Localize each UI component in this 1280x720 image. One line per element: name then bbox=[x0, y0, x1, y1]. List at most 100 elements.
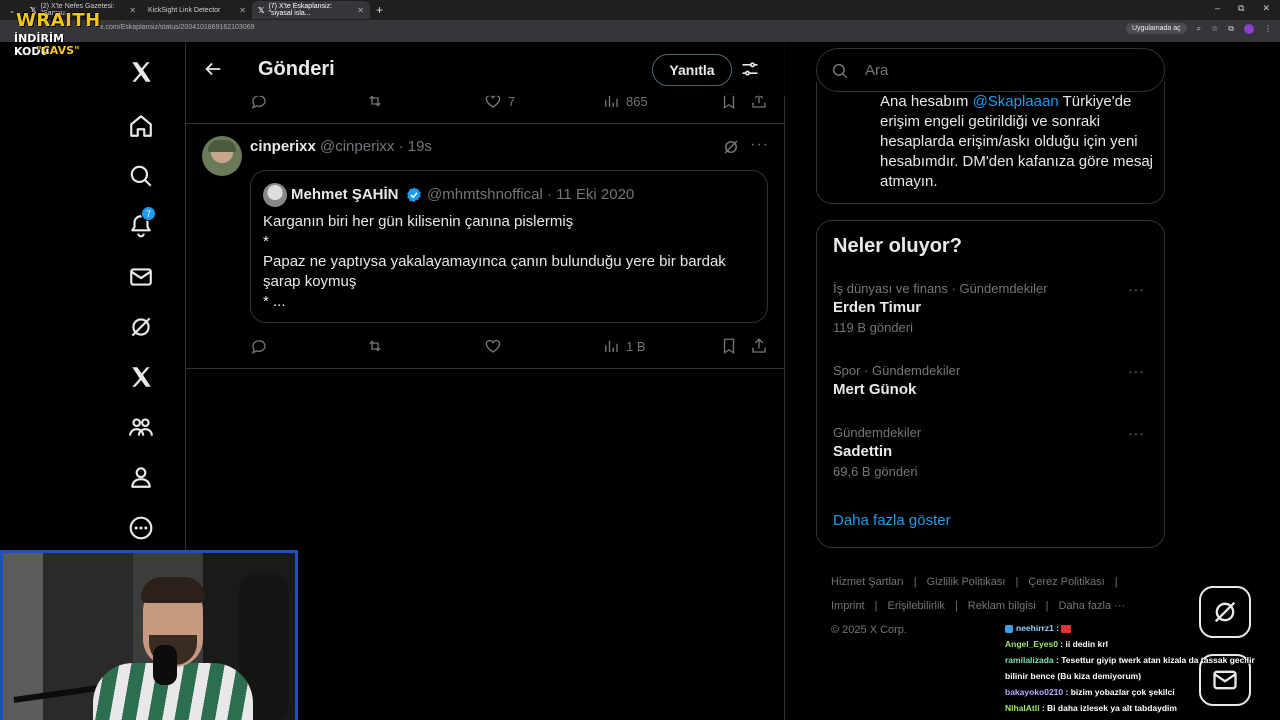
more-options-icon[interactable]: ··· bbox=[750, 136, 769, 154]
profile-bio-card: Ana hesabım @Skaplaaan Türkiye'de erişim… bbox=[816, 82, 1165, 204]
browser-tab-bar: ⌄ 𝕏 (2) X'te Nefes Gazetesi: "Samsu... ✕… bbox=[0, 0, 1280, 20]
grok-icon[interactable] bbox=[722, 138, 740, 156]
footer-separator: | bbox=[954, 600, 958, 612]
tab-close-icon[interactable]: ✕ bbox=[239, 6, 246, 15]
share-icon[interactable] bbox=[750, 337, 768, 355]
footer-link-ads-info[interactable]: Reklam bilgisi bbox=[968, 600, 1036, 612]
notifications-badge: 7 bbox=[141, 206, 156, 221]
tab-close-icon[interactable]: ✕ bbox=[357, 6, 364, 15]
show-more-link[interactable]: Daha fazla göster bbox=[833, 512, 951, 529]
trend-name: Erden Timur bbox=[833, 299, 922, 316]
open-in-app-button[interactable]: Uygulamada aç bbox=[1125, 23, 1187, 34]
footer-link-more[interactable]: Daha fazla ··· bbox=[1059, 600, 1126, 612]
quoted-author-handle: @mhmtshnoffical · 11 Eki 2020 bbox=[427, 186, 635, 203]
footer-link-terms[interactable]: Hizmet Şartları bbox=[831, 576, 904, 588]
more-options-icon[interactable]: ··· bbox=[1128, 425, 1145, 441]
trend-item[interactable]: İş dünyası ve finans · Gündemdekiler Erd… bbox=[833, 281, 1153, 335]
divider bbox=[186, 123, 785, 124]
trend-item[interactable]: Spor · Gündemdekiler Mert Günok ··· bbox=[833, 363, 1153, 398]
home-icon[interactable] bbox=[127, 112, 155, 140]
bookmark-icon[interactable] bbox=[720, 337, 738, 355]
trend-category: Gündemdekiler bbox=[833, 425, 922, 440]
chat-message: neehirrz1 : bbox=[1005, 620, 1280, 636]
grok-icon[interactable] bbox=[127, 313, 155, 341]
profile-avatar-icon[interactable] bbox=[1244, 23, 1254, 34]
tweet-author-handle[interactable]: @cinperixx · 19s bbox=[320, 138, 432, 155]
chat-text: ii dedin krl bbox=[1065, 639, 1108, 649]
footer-link-accessibility[interactable]: Erişilebilirlik bbox=[887, 600, 944, 612]
trends-panel: Neler oluyor? İş dünyası ve finans · Gün… bbox=[816, 220, 1165, 548]
chat-message: bilinir bence (Bu kiza demiyorum) bbox=[1005, 668, 1280, 684]
extensions-icon[interactable]: ⧉ bbox=[1228, 24, 1234, 34]
sponsor-logo: WRAITH İNDİRİM KODU "CAVS" bbox=[12, 10, 102, 60]
messages-icon[interactable] bbox=[127, 263, 155, 291]
browser-menu-icon[interactable]: ⋮ bbox=[1264, 24, 1272, 33]
footer-link-imprint[interactable]: Imprint bbox=[831, 600, 865, 612]
footer-separator: | bbox=[1015, 576, 1019, 588]
back-arrow-icon[interactable] bbox=[202, 58, 224, 80]
maximize-button[interactable]: ⧉ bbox=[1238, 3, 1244, 14]
notifications-icon[interactable]: 7 bbox=[127, 206, 156, 240]
tab-close-icon[interactable]: ✕ bbox=[129, 6, 136, 15]
tab-label: KickSight Link Detector bbox=[148, 6, 221, 14]
browser-tab-2[interactable]: KickSight Link Detector ✕ bbox=[142, 1, 252, 19]
chat-text: Bi daha izlesek ya alt tabdaydim bbox=[1047, 703, 1177, 713]
search-input[interactable]: Ara bbox=[816, 48, 1165, 92]
footer-link-privacy[interactable]: Gizlilik Politikası bbox=[927, 576, 1006, 588]
badge-icon bbox=[1005, 624, 1013, 633]
address-bar: x.com/Eskaplansiz/status/200410186916210… bbox=[0, 20, 1280, 42]
chat-username: neehirrz1 bbox=[1016, 623, 1054, 633]
premium-x-icon[interactable] bbox=[127, 363, 155, 391]
chat-separator: : bbox=[1039, 703, 1048, 713]
bio-mention-link[interactable]: @Skaplaaan bbox=[973, 93, 1059, 110]
reply-button[interactable]: Yanıtla bbox=[652, 54, 732, 86]
chat-message: Angel_Eyes0 : ii dedin krl bbox=[1005, 636, 1280, 652]
browser-tab-3[interactable]: 𝕏 (7) X'te Eskaplansiz: "siyasal isla...… bbox=[252, 1, 370, 19]
profile-icon[interactable] bbox=[127, 463, 155, 491]
chat-message: NihalAtli : Bi daha izlesek ya alt tabda… bbox=[1005, 700, 1280, 716]
zoom-icon[interactable]: ⌕ bbox=[1197, 24, 1201, 34]
heart-icon[interactable] bbox=[484, 337, 502, 355]
reply-icon[interactable] bbox=[250, 337, 268, 355]
search-icon[interactable] bbox=[127, 162, 155, 190]
more-options-icon[interactable]: ··· bbox=[1128, 363, 1145, 379]
bio-text: Ana hesabım bbox=[880, 93, 973, 110]
bookmark-star-icon[interactable]: ☆ bbox=[1211, 24, 1218, 33]
footer-link-cookies[interactable]: Çerez Politikası bbox=[1028, 576, 1104, 588]
views-button[interactable]: 1 B bbox=[602, 337, 646, 355]
more-icon[interactable] bbox=[127, 514, 155, 542]
new-tab-button[interactable]: + bbox=[376, 3, 383, 17]
webcam-overlay bbox=[0, 550, 298, 720]
chat-username: Angel_Eyes0 bbox=[1005, 639, 1058, 649]
trend-count: 69,6 B gönderi bbox=[833, 464, 918, 479]
chat-separator: : bbox=[1063, 687, 1071, 697]
view-count: 1 B bbox=[626, 338, 646, 354]
trend-item[interactable]: Gündemdekiler Sadettin 69,6 B gönderi ··… bbox=[833, 425, 1153, 479]
search-placeholder: Ara bbox=[865, 62, 889, 79]
avatar[interactable] bbox=[202, 136, 242, 176]
footer-separator: | bbox=[913, 576, 917, 588]
address-bar-actions: Uygulamada aç ⌕ ☆ ⧉ ⋮ bbox=[1125, 23, 1272, 34]
quoted-tweet-text: Karganın biri her gün kilisenin çanına p… bbox=[263, 213, 726, 310]
profile-bio: Ana hesabım @Skaplaaan Türkiye'de erişim… bbox=[880, 92, 1160, 192]
emote-icon bbox=[1061, 624, 1072, 633]
window-controls: – ⧉ ✕ bbox=[1215, 3, 1270, 14]
chat-username: bakayoko0210 bbox=[1005, 687, 1064, 697]
url-field[interactable]: x.com/Eskaplansiz/status/200410186916210… bbox=[100, 24, 255, 31]
quoted-author-name: Mehmet ŞAHİN bbox=[291, 186, 399, 203]
analytics-icon bbox=[605, 340, 618, 352]
x-logo-icon[interactable] bbox=[127, 58, 155, 86]
retweet-icon[interactable] bbox=[366, 337, 384, 355]
trend-name: Sadettin bbox=[833, 443, 893, 460]
search-icon bbox=[832, 63, 848, 79]
sliders-icon[interactable] bbox=[740, 59, 760, 79]
close-window-button[interactable]: ✕ bbox=[1262, 3, 1270, 14]
tweet-author-name[interactable]: cinperixx bbox=[250, 138, 316, 155]
more-options-icon[interactable]: ··· bbox=[1128, 281, 1145, 297]
trend-category: Spor · Gündemdekiler bbox=[833, 363, 961, 378]
divider bbox=[186, 368, 785, 369]
tab-label: (7) X'te Eskaplansiz: "siyasal isla... bbox=[268, 3, 333, 17]
minimize-button[interactable]: – bbox=[1215, 3, 1220, 14]
communities-icon[interactable] bbox=[127, 413, 155, 441]
quoted-tweet[interactable]: Mehmet ŞAHİN @mhmtshnoffical · 11 Eki 20… bbox=[250, 170, 768, 323]
